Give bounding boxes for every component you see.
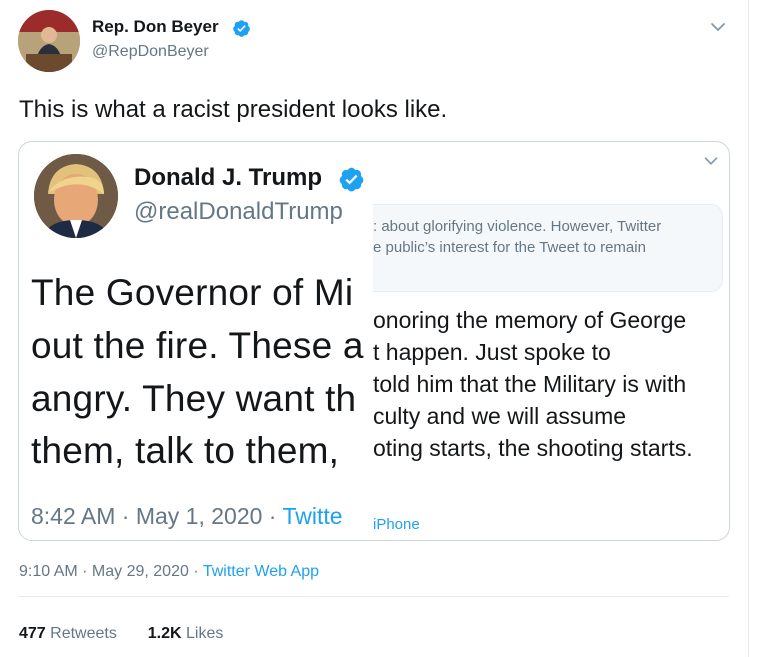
embedded-text-line: them, talk to them, [31, 430, 340, 471]
notice-text-line: e public’s interest for the Tweet to rem… [373, 239, 646, 256]
column-border [748, 0, 749, 657]
embedded-text-line: t happen. Just spoke to [373, 339, 611, 365]
embedded-text-line: out the fire. These a [31, 325, 364, 366]
embedded-avatar [34, 154, 118, 238]
embedded-text-line: oting starts, the shooting starts. [373, 435, 693, 461]
author-name[interactable]: Rep. Don Beyer [92, 17, 219, 37]
embedded-text-line: culty and we will assume [373, 403, 627, 429]
tweet-stats: 477 Retweets 1.2K Likes [19, 625, 223, 643]
verified-badge-icon [339, 167, 364, 192]
embedded-text-line: told him that the Military is with [373, 371, 687, 397]
embedded-source-right: iPhone [373, 516, 420, 533]
tweet-timestamp: 9:10 AM · May 29, 2020 · Twitter Web App [19, 563, 319, 581]
likes-label: Likes [186, 625, 224, 642]
chevron-down-icon[interactable] [706, 15, 730, 39]
embedded-time: 8:42 AM · May 1, 2020 · [31, 503, 283, 529]
verified-badge-icon [233, 20, 250, 37]
likes-link[interactable]: 1.2K Likes [148, 625, 224, 642]
embedded-author-handle: @realDonaldTrump [134, 198, 343, 225]
embedded-tweet-right-pane: : about glorifying violence. However, Tw… [373, 142, 727, 539]
embedded-tweet-left-pane: Donald J. Trump @realDonaldTrump The Gov… [18, 142, 373, 539]
embedded-text-line: The Governor of Mi [31, 272, 354, 313]
retweets-link[interactable]: 477 Retweets [19, 625, 117, 642]
tweet-text: This is what a racist president looks li… [19, 96, 448, 123]
divider [18, 596, 729, 597]
chevron-down-icon [704, 157, 718, 165]
embedded-text-line: onoring the memory of George [373, 307, 687, 333]
embedded-source: Twitte [282, 503, 343, 529]
tweet-source-link[interactable]: Twitter Web App [203, 563, 319, 580]
author-handle[interactable]: @RepDonBeyer [92, 43, 209, 61]
retweets-count: 477 [19, 625, 46, 642]
tweet-time: 9:10 AM · May 29, 2020 · [19, 563, 203, 580]
likes-count: 1.2K [147, 625, 182, 642]
author-avatar[interactable] [18, 10, 80, 72]
embedded-author-name: Donald J. Trump [134, 164, 323, 191]
embedded-timestamp: 8:42 AM · May 1, 2020 · Twitte [31, 503, 343, 530]
notice-text-line: : about glorifying violence. However, Tw… [373, 218, 662, 235]
retweets-label: Retweets [50, 625, 117, 642]
embedded-text-line: angry. They want th [31, 378, 357, 419]
